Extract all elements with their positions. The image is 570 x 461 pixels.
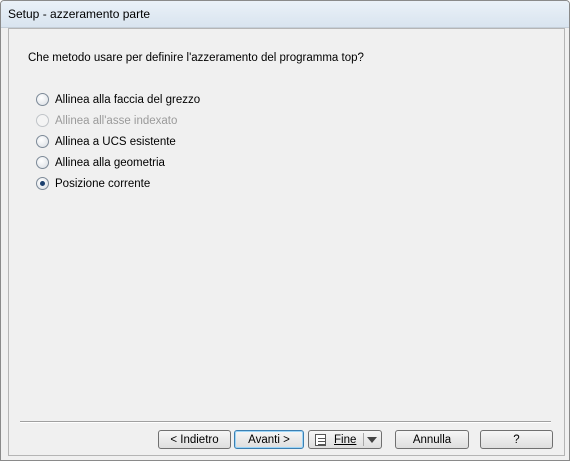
option-align-indexed-axis: Allinea all'asse indexato <box>36 110 200 131</box>
dialog-content: Che metodo usare per definire l'azzerame… <box>8 28 565 456</box>
document-list-icon <box>315 433 326 446</box>
option-label: Posizione corrente <box>55 177 151 190</box>
next-button[interactable]: Avanti > <box>234 430 304 449</box>
title-bar[interactable]: Setup - azzeramento parte <box>1 1 569 28</box>
radio-button[interactable] <box>36 93 49 106</box>
option-align-stock-face[interactable]: Allinea alla faccia del grezzo <box>36 89 200 110</box>
split-divider <box>363 433 364 446</box>
setup-dialog: Setup - azzeramento parte Che metodo usa… <box>0 0 570 461</box>
back-button[interactable]: < Indietro <box>158 430 231 449</box>
radio-button <box>36 114 49 127</box>
option-label: Allinea all'asse indexato <box>55 114 178 127</box>
option-group: Allinea alla faccia del grezzo Allinea a… <box>36 89 200 194</box>
option-align-existing-ucs[interactable]: Allinea a UCS esistente <box>36 131 200 152</box>
option-label: Allinea a UCS esistente <box>55 135 176 148</box>
window-title: Setup - azzeramento parte <box>8 7 151 21</box>
finish-label: Fine <box>334 433 357 446</box>
radio-button[interactable] <box>36 156 49 169</box>
question-text: Che metodo usare per definire l'azzerame… <box>28 52 364 64</box>
radio-button[interactable] <box>36 135 49 148</box>
cancel-button[interactable]: Annulla <box>395 430 469 449</box>
chevron-down-icon[interactable] <box>367 437 377 443</box>
finish-split-button[interactable]: Fine <box>308 430 382 449</box>
option-label: Allinea alla faccia del grezzo <box>55 93 201 106</box>
help-button[interactable]: ? <box>480 430 553 449</box>
radio-button-selected[interactable] <box>36 177 49 190</box>
option-current-position[interactable]: Posizione corrente <box>36 173 200 194</box>
button-separator <box>20 421 551 423</box>
option-label: Allinea alla geometria <box>55 156 165 169</box>
option-align-geometry[interactable]: Allinea alla geometria <box>36 152 200 173</box>
